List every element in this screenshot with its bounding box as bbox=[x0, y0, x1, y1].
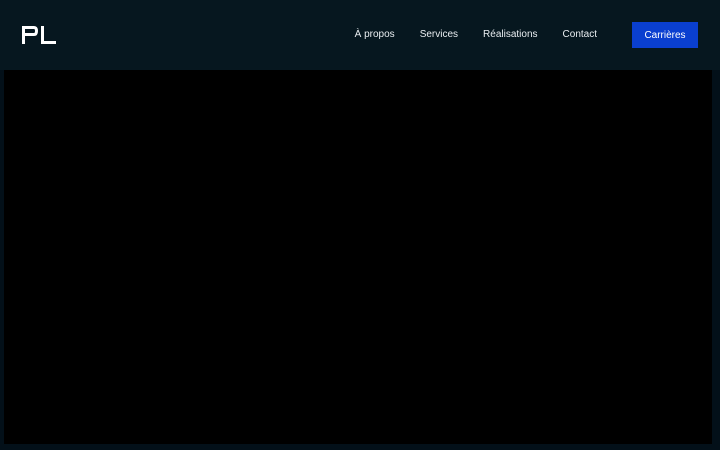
hero-section bbox=[0, 70, 720, 450]
main-nav: À propos Services Réalisations Contact C… bbox=[355, 22, 698, 48]
nav-link-contact[interactable]: Contact bbox=[563, 30, 597, 40]
careers-button[interactable]: Carrières bbox=[632, 22, 698, 48]
hero-media bbox=[4, 70, 712, 444]
pl-logo-icon bbox=[22, 26, 56, 44]
nav-link-services[interactable]: Services bbox=[420, 30, 458, 40]
nav-link-a-propos[interactable]: À propos bbox=[355, 30, 395, 40]
page: À propos Services Réalisations Contact C… bbox=[0, 0, 720, 450]
site-header: À propos Services Réalisations Contact C… bbox=[0, 0, 720, 70]
logo[interactable] bbox=[21, 23, 57, 47]
nav-link-realisations[interactable]: Réalisations bbox=[483, 30, 537, 40]
